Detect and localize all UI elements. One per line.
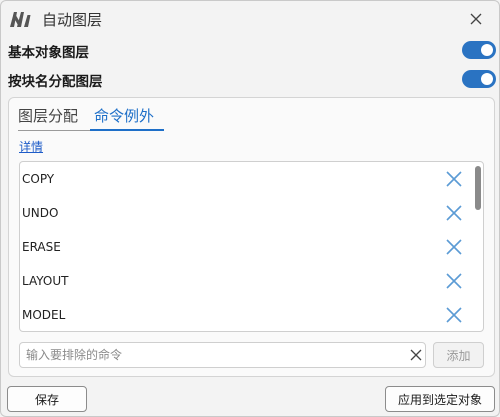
list-item: MODEL (20, 298, 470, 331)
remove-x-icon[interactable] (445, 306, 463, 324)
command-name: MODEL (22, 308, 66, 322)
remove-x-icon[interactable] (445, 238, 463, 256)
close-icon (470, 13, 482, 25)
command-name: LAYOUT (22, 274, 69, 288)
settings-panel: 图层分配 命令例外 详情 COPY UNDO ERASE LAYOUT MODE… (8, 97, 495, 377)
command-name: COPY (22, 172, 55, 186)
basic-objects-toggle[interactable] (462, 41, 496, 59)
add-button[interactable]: 添加 (433, 342, 484, 368)
app-logo-icon (9, 10, 33, 28)
remove-x-icon[interactable] (445, 272, 463, 290)
auto-layer-dialog: 自动图层 基本对象图层 按块名分配图层 图层分配 命令例外 详情 COPY UN… (0, 0, 500, 417)
exclude-command-input-box (19, 342, 426, 368)
list-item: COPY (20, 162, 470, 196)
list-item: ERASE (20, 230, 470, 264)
exception-list: COPY UNDO ERASE LAYOUT MODEL (19, 161, 484, 332)
save-button[interactable]: 保存 (7, 386, 87, 412)
tab-command-exceptions[interactable]: 命令例外 (90, 103, 164, 131)
tab-layer-assignment[interactable]: 图层分配 (18, 103, 90, 131)
list-scrollbar[interactable] (475, 166, 481, 210)
toggle-row-basic-objects: 基本对象图层 (1, 37, 499, 63)
remove-x-icon[interactable] (445, 204, 463, 222)
toggle-row-block-name: 按块名分配图层 (1, 66, 499, 92)
exclude-command-input[interactable] (26, 345, 401, 365)
command-name: ERASE (22, 240, 61, 254)
toggle-knob (481, 44, 493, 56)
command-name: UNDO (22, 206, 59, 220)
block-name-toggle[interactable] (462, 70, 496, 88)
details-link[interactable]: 详情 (19, 138, 43, 155)
list-item: LAYOUT (20, 264, 470, 298)
toggle-label: 按块名分配图层 (8, 74, 103, 90)
remove-x-icon[interactable] (445, 170, 463, 188)
title-bar: 自动图层 (1, 1, 499, 37)
clear-input-icon[interactable] (409, 348, 423, 362)
list-item: UNDO (20, 196, 470, 230)
toggle-knob (481, 73, 493, 85)
close-button[interactable] (463, 7, 489, 31)
apply-to-selected-button[interactable]: 应用到选定对象 (385, 386, 495, 412)
toggle-label: 基本对象图层 (8, 45, 89, 61)
window-title: 自动图层 (42, 11, 103, 29)
